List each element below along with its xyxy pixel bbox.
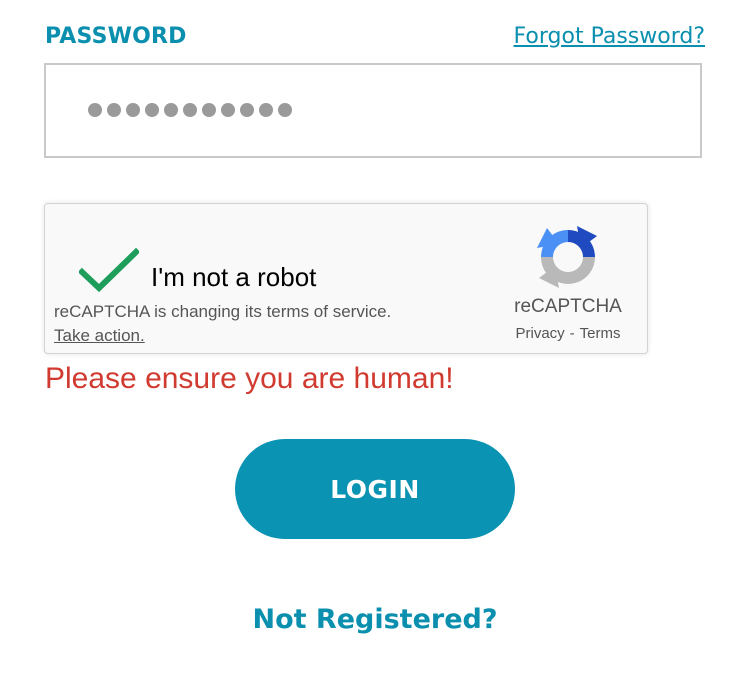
password-field[interactable] xyxy=(44,63,702,158)
recaptcha-terms-link[interactable]: Terms xyxy=(580,325,621,342)
recaptcha-privacy-link[interactable]: Privacy xyxy=(515,325,564,342)
password-dot xyxy=(240,103,254,117)
password-label: PASSWORD xyxy=(45,24,187,49)
forgot-password-link[interactable]: Forgot Password? xyxy=(514,24,705,49)
password-dot xyxy=(278,103,292,117)
recaptcha-take-action-link[interactable]: Take action. xyxy=(54,326,145,346)
captcha-error-message: Please ensure you are human! xyxy=(45,362,454,395)
password-dot xyxy=(202,103,216,117)
checkmark-icon[interactable] xyxy=(79,248,139,294)
password-dot xyxy=(88,103,102,117)
password-dot xyxy=(164,103,178,117)
not-registered-link[interactable]: Not Registered? xyxy=(0,604,750,635)
recaptcha-logo-icon xyxy=(537,226,597,288)
password-dot xyxy=(221,103,235,117)
password-dot xyxy=(126,103,140,117)
recaptcha-widget: I'm not a robot reCAPTCHA is changing it… xyxy=(44,203,648,354)
recaptcha-checkbox-label[interactable]: I'm not a robot xyxy=(151,262,316,293)
recaptcha-footer-links: Privacy - Terms xyxy=(490,325,646,342)
password-dot xyxy=(259,103,273,117)
login-button[interactable]: LOGIN xyxy=(235,439,515,539)
password-dot xyxy=(107,103,121,117)
password-dot xyxy=(145,103,159,117)
password-masked-value xyxy=(88,103,292,117)
recaptcha-terms-notice: reCAPTCHA is changing its terms of servi… xyxy=(54,302,392,321)
recaptcha-link-separator: - xyxy=(569,325,575,342)
recaptcha-brand: reCAPTCHA xyxy=(514,296,622,317)
password-dot xyxy=(183,103,197,117)
login-form: PASSWORD Forgot Password? I'm not a robo… xyxy=(0,0,750,695)
